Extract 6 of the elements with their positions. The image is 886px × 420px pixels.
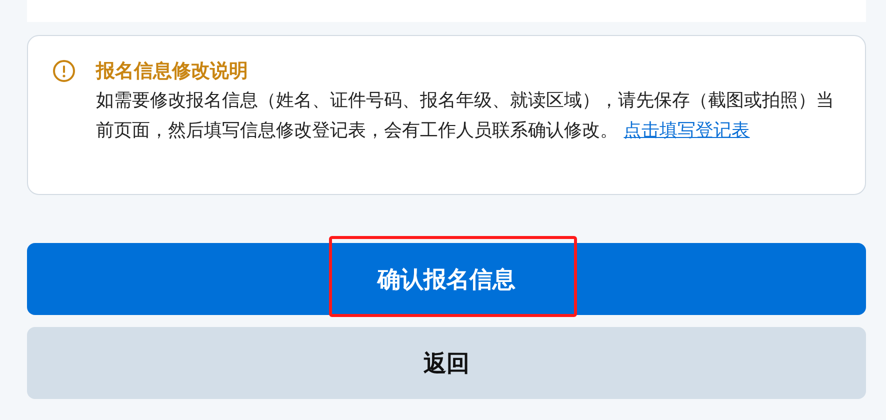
confirm-button[interactable]: 确认报名信息 bbox=[27, 243, 866, 315]
back-button[interactable]: 返回 bbox=[27, 327, 866, 399]
notice-title: 报名信息修改说明 bbox=[96, 59, 249, 84]
notice-text: 如需要修改报名信息（姓名、证件号码、报名年级、就读区域），请先保存（截图或拍照）当前页面，然后填写信息修改登记表，会有工作人员联系确认修改。 点击填写登记表 bbox=[96, 89, 835, 143]
warning-icon bbox=[52, 59, 76, 83]
fill-form-link[interactable]: 点击填写登记表 bbox=[624, 120, 750, 141]
